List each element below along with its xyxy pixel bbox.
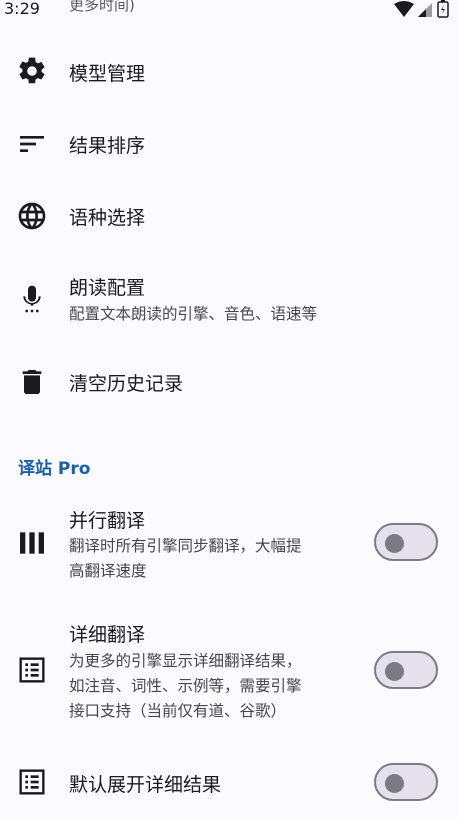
- result-sort-label: 结果排序: [69, 135, 146, 157]
- sort-icon: [16, 128, 48, 160]
- parallel-translate-toggle[interactable]: [374, 523, 438, 561]
- detailed-translate-label: 详细翻译: [69, 624, 146, 646]
- read-aloud-label: 朗读配置: [69, 277, 146, 299]
- detailed-translate-item[interactable]: 详细翻译 为更多的引擎显示详细翻译结果， 如注音、词性、示例等，需要引擎 接口支…: [0, 612, 458, 732]
- model-manage-label: 模型管理: [69, 63, 146, 85]
- clear-history-item[interactable]: 清空历史记录: [0, 346, 458, 418]
- parallel-translate-subtitle-line2: 高翻译速度: [69, 562, 147, 580]
- clear-history-label: 清空历史记录: [69, 373, 184, 395]
- detailed-translate-subtitle-line3: 接口支持（当前仅有道、谷歌）: [69, 702, 287, 720]
- detailed-translate-subtitle-line2: 如注音、词性、示例等，需要引擎: [69, 677, 302, 695]
- read-aloud-item[interactable]: 朗读配置 配置文本朗读的引擎、音色、语速等: [0, 258, 458, 342]
- columns-icon: [16, 527, 48, 559]
- result-sort-item[interactable]: 结果排序: [0, 108, 458, 180]
- list-box-icon: [16, 654, 48, 686]
- detailed-translate-toggle[interactable]: [374, 651, 438, 689]
- pro-section-header: 译站 Pro: [18, 459, 91, 479]
- parallel-translate-label: 并行翻译: [69, 510, 146, 532]
- parallel-translate-subtitle-line1: 翻译时所有引擎同步翻译，大幅提: [69, 537, 302, 555]
- read-aloud-subtitle: 配置文本朗读的引擎、音色、语速等: [69, 305, 318, 323]
- globe-icon: [16, 200, 48, 232]
- expand-default-toggle[interactable]: [374, 763, 438, 801]
- list-box-icon: [16, 766, 48, 798]
- status-time: 3:29: [4, 0, 40, 18]
- battery-icon: [437, 0, 449, 18]
- expand-default-item[interactable]: 默认展开详细结果: [0, 748, 458, 818]
- microphone-icon: [16, 283, 48, 315]
- model-manage-item[interactable]: 模型管理: [0, 36, 458, 106]
- wifi-icon: [394, 1, 414, 17]
- toggle-knob: [385, 774, 404, 793]
- toggle-knob: [385, 534, 404, 553]
- parallel-translate-item[interactable]: 并行翻译 翻译时所有引擎同步翻译，大幅提 高翻译速度: [0, 496, 458, 592]
- status-icons: [392, 0, 454, 18]
- trash-icon: [16, 366, 48, 398]
- signal-icon: [418, 3, 432, 17]
- clipped-subtitle: 更多时间): [69, 0, 135, 14]
- toggle-knob: [385, 662, 404, 681]
- settings-page: 3:29 更多时间) 模型管理 结果排序 语种选择 朗读配置 配置文本朗读的引擎…: [0, 0, 458, 820]
- language-select-label: 语种选择: [69, 207, 146, 229]
- detailed-translate-subtitle-line1: 为更多的引擎显示详细翻译结果，: [69, 652, 302, 670]
- gear-icon: [16, 55, 48, 87]
- expand-default-label: 默认展开详细结果: [69, 774, 222, 796]
- language-select-item[interactable]: 语种选择: [0, 180, 458, 252]
